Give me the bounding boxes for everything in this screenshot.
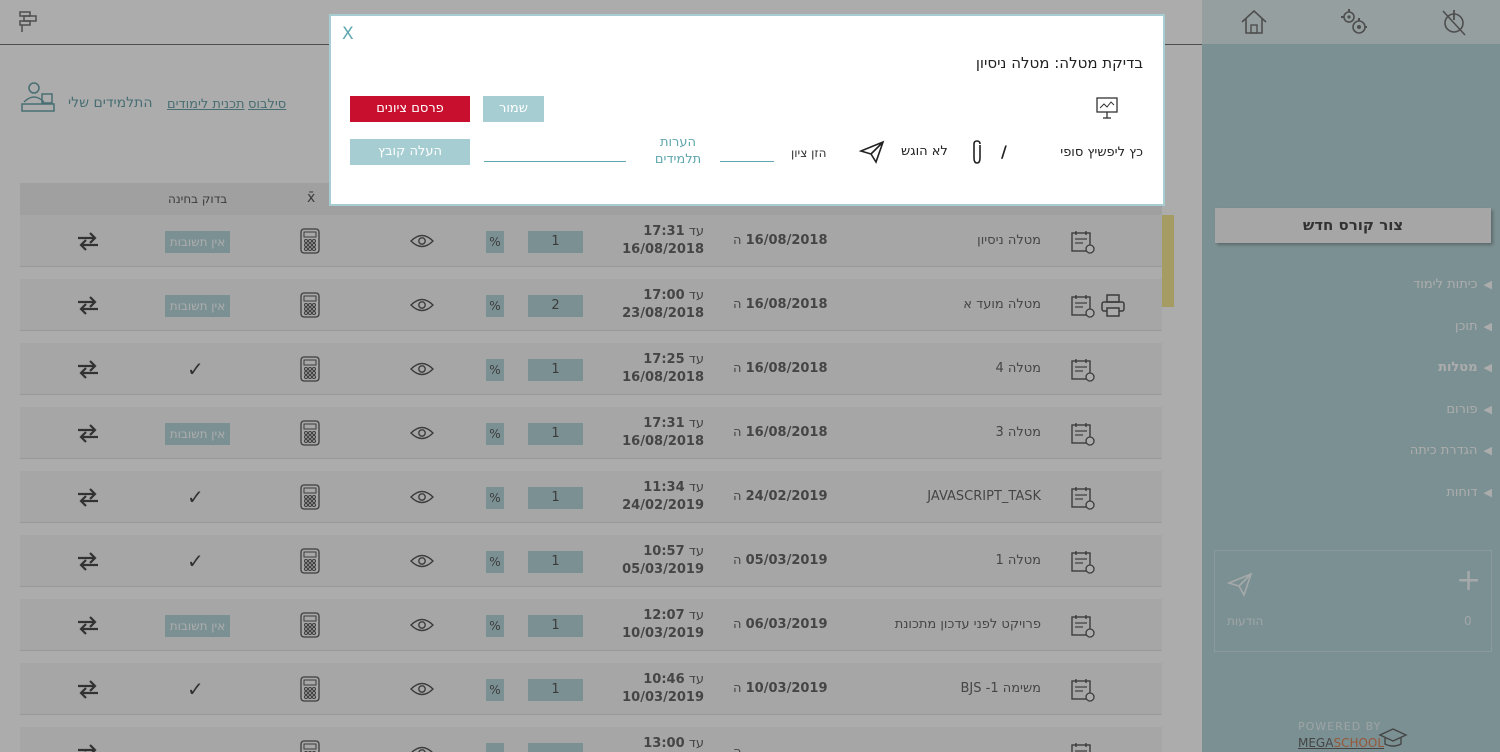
paperclip-icon[interactable] — [969, 138, 985, 166]
close-icon[interactable]: X — [342, 24, 354, 44]
publish-grades-button[interactable]: פרסם ציונים — [350, 96, 470, 122]
save-button[interactable]: שמור — [483, 96, 544, 122]
presentation-board-icon[interactable] — [1095, 96, 1119, 120]
upload-file-button[interactable]: העלה קובץ — [350, 139, 470, 165]
grade-separator: / — [1001, 142, 1007, 161]
student-name: כץ ליפשיץ סופי — [1060, 145, 1143, 160]
modal-overlay-sidebar[interactable] — [1202, 0, 1500, 752]
task-review-modal: X בדיקת מטלה: מטלה ניסיון פרסם ציונים שמ… — [329, 14, 1165, 206]
send-icon[interactable] — [859, 140, 885, 164]
student-comments-field[interactable] — [484, 160, 626, 162]
grade-input[interactable] — [720, 160, 774, 162]
submission-status: לא הוגש — [901, 144, 948, 159]
modal-title: בדיקת מטלה: מטלה ניסיון — [975, 54, 1143, 72]
student-comments-label: הערות תלמידים — [654, 135, 702, 167]
enter-grade-label: הזן ציון — [791, 146, 827, 160]
